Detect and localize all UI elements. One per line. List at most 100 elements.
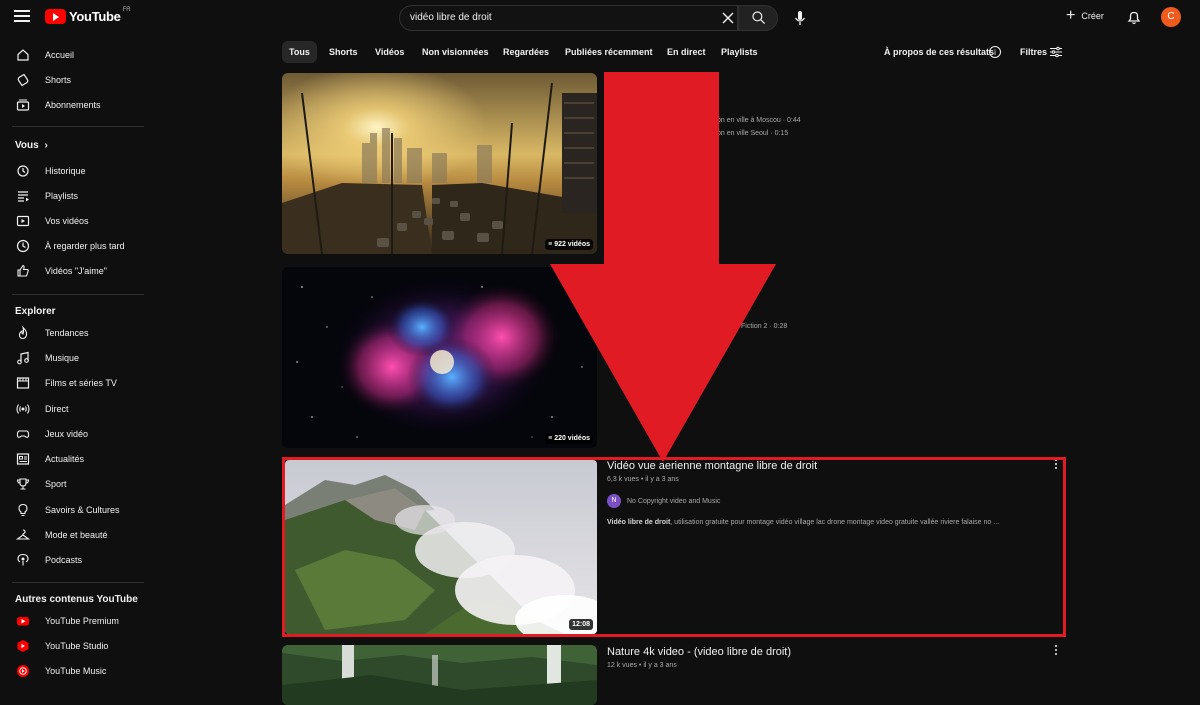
sidebar-item-abonnements[interactable]: Abonnements	[0, 94, 145, 116]
menu-icon[interactable]	[14, 10, 30, 22]
create-label: Créer	[1081, 11, 1104, 21]
chip-regardees[interactable]: Regardées	[503, 41, 549, 63]
create-button[interactable]: + Créer	[1066, 8, 1104, 24]
sidebar-item-mode[interactable]: Mode et beauté	[0, 524, 145, 546]
more-options-icon[interactable]	[1054, 645, 1058, 657]
highlight-box	[282, 457, 1066, 637]
sidebar-item-label: Abonnements	[45, 100, 101, 110]
home-icon	[17, 49, 29, 61]
logo-text: YouTube	[69, 9, 121, 24]
youtube-play-icon	[45, 9, 66, 24]
explore-section-title: Explorer	[15, 306, 56, 317]
sidebar-item-accueil[interactable]: Accueil	[0, 44, 145, 66]
sidebar-item-films[interactable]: Films et séries TV	[0, 372, 145, 394]
search-box[interactable]: vidéo libre de droit	[399, 5, 738, 31]
search-button[interactable]	[738, 5, 778, 31]
lightbulb-icon	[18, 503, 28, 517]
video-title[interactable]: Nature 4k video - (video libre de droit)	[607, 646, 791, 658]
gamepad-icon	[16, 430, 30, 438]
sidebar-item-playlists[interactable]: Playlists	[0, 185, 145, 207]
sidebar-item-vos-videos[interactable]: Vos vidéos	[0, 210, 145, 232]
sidebar-item-label: Films et séries TV	[45, 378, 117, 388]
subscriptions-icon	[16, 99, 30, 111]
history-icon	[17, 165, 29, 177]
chip-en-direct[interactable]: En direct	[667, 41, 706, 63]
youtube-logo[interactable]: YouTube FR	[45, 7, 131, 24]
chip-tous[interactable]: Tous	[282, 41, 317, 63]
sidebar-item-label: Tendances	[45, 328, 89, 338]
sidebar-item-label: Podcasts	[45, 555, 83, 565]
chip-playlists[interactable]: Playlists	[721, 41, 758, 63]
live-icon	[16, 404, 30, 414]
sidebar-item-music[interactable]: YouTube Music	[0, 660, 145, 682]
sidebar-item-premium[interactable]: YouTube Premium	[0, 610, 145, 632]
sidebar-item-label: YouTube Music	[45, 666, 107, 676]
you-section-title[interactable]: Vous ›	[15, 140, 48, 151]
sidebar-item-musique[interactable]: Musique	[0, 347, 145, 369]
sidebar-item-label: YouTube Premium	[45, 616, 119, 626]
chip-non-visionnees[interactable]: Non visionnées	[422, 41, 489, 63]
waterfall-image	[282, 645, 597, 705]
sidebar-item-direct[interactable]: Direct	[0, 398, 145, 420]
hanger-icon	[16, 529, 30, 540]
thumbs-up-icon	[17, 264, 29, 277]
podcast-icon	[17, 553, 29, 566]
search-icon	[752, 11, 766, 25]
sidebar-item-label: Vidéos "J'aime"	[45, 266, 107, 276]
your-videos-icon	[16, 215, 30, 227]
sidebar-item-historique[interactable]: Historique	[0, 160, 145, 182]
sidebar-item-savoirs[interactable]: Savoirs & Cultures	[0, 499, 145, 521]
info-icon[interactable]: i	[989, 46, 1001, 58]
trending-icon	[18, 326, 28, 340]
search-input[interactable]: vidéo libre de droit	[410, 12, 492, 23]
sidebar-item-sport[interactable]: Sport	[0, 473, 145, 495]
account-avatar[interactable]: C	[1161, 7, 1181, 27]
sidebar-item-jeux-video[interactable]: Jeux vidéo	[0, 423, 145, 445]
about-results-link[interactable]: À propos de ces résultats	[884, 47, 994, 57]
sidebar-item-label: À regarder plus tard	[45, 241, 125, 251]
sidebar-item-label: Shorts	[45, 75, 72, 85]
chip-shorts[interactable]: Shorts	[329, 41, 358, 63]
sidebar-item-podcasts[interactable]: Podcasts	[0, 549, 145, 571]
divider	[12, 582, 144, 583]
filters-button[interactable]: Filtres	[1020, 47, 1047, 57]
shorts-icon	[17, 73, 29, 87]
top-bar: YouTube FR vidéo libre de droit + Créer …	[0, 0, 1200, 36]
sidebar: Accueil Shorts Abonnements Vous › Histor…	[0, 36, 145, 680]
chip-videos[interactable]: Vidéos	[375, 41, 404, 63]
sidebar-item-watch-later[interactable]: À regarder plus tard	[0, 235, 145, 257]
sidebar-item-label: Accueil	[45, 50, 75, 60]
youtube-studio-icon	[17, 640, 29, 652]
sidebar-item-label: Actualités	[45, 454, 85, 464]
sidebar-item-label: Savoirs & Cultures	[45, 505, 120, 515]
microphone-icon[interactable]	[790, 8, 810, 28]
red-down-arrow	[550, 72, 776, 462]
music-note-icon	[17, 351, 29, 365]
sidebar-item-label: Sport	[45, 479, 67, 489]
trophy-icon	[16, 478, 30, 490]
filters-icon[interactable]	[1050, 46, 1062, 58]
notifications-icon[interactable]	[1127, 10, 1141, 25]
sidebar-item-label: Musique	[45, 353, 80, 363]
video-meta: 12 k vues • il y a 3 ans	[607, 662, 677, 669]
sidebar-item-shorts[interactable]: Shorts	[0, 69, 145, 91]
clear-search-icon[interactable]	[720, 10, 736, 26]
divider	[12, 294, 144, 295]
chevron-right-icon: ›	[44, 140, 48, 151]
video-thumbnail-nature[interactable]	[282, 645, 597, 705]
sidebar-item-studio[interactable]: YouTube Studio	[0, 635, 145, 657]
sidebar-item-label: Mode et beauté	[45, 530, 108, 540]
sidebar-item-label: Direct	[45, 404, 69, 414]
sidebar-item-label: Vos vidéos	[45, 216, 89, 226]
sidebar-item-actualites[interactable]: Actualités	[0, 448, 145, 470]
sidebar-item-label: Playlists	[45, 191, 79, 201]
sidebar-item-label: Jeux vidéo	[45, 429, 89, 439]
country-code: FR	[122, 7, 131, 13]
sidebar-item-tendances[interactable]: Tendances	[0, 322, 145, 344]
plus-icon: +	[1066, 7, 1076, 24]
clock-icon	[16, 239, 30, 253]
sidebar-item-label: Historique	[45, 166, 86, 176]
other-section-title: Autres contenus YouTube	[15, 594, 138, 605]
chip-publiees-recemment[interactable]: Publiées récemment	[565, 41, 653, 63]
sidebar-item-liked-videos[interactable]: Vidéos "J'aime"	[0, 260, 145, 282]
